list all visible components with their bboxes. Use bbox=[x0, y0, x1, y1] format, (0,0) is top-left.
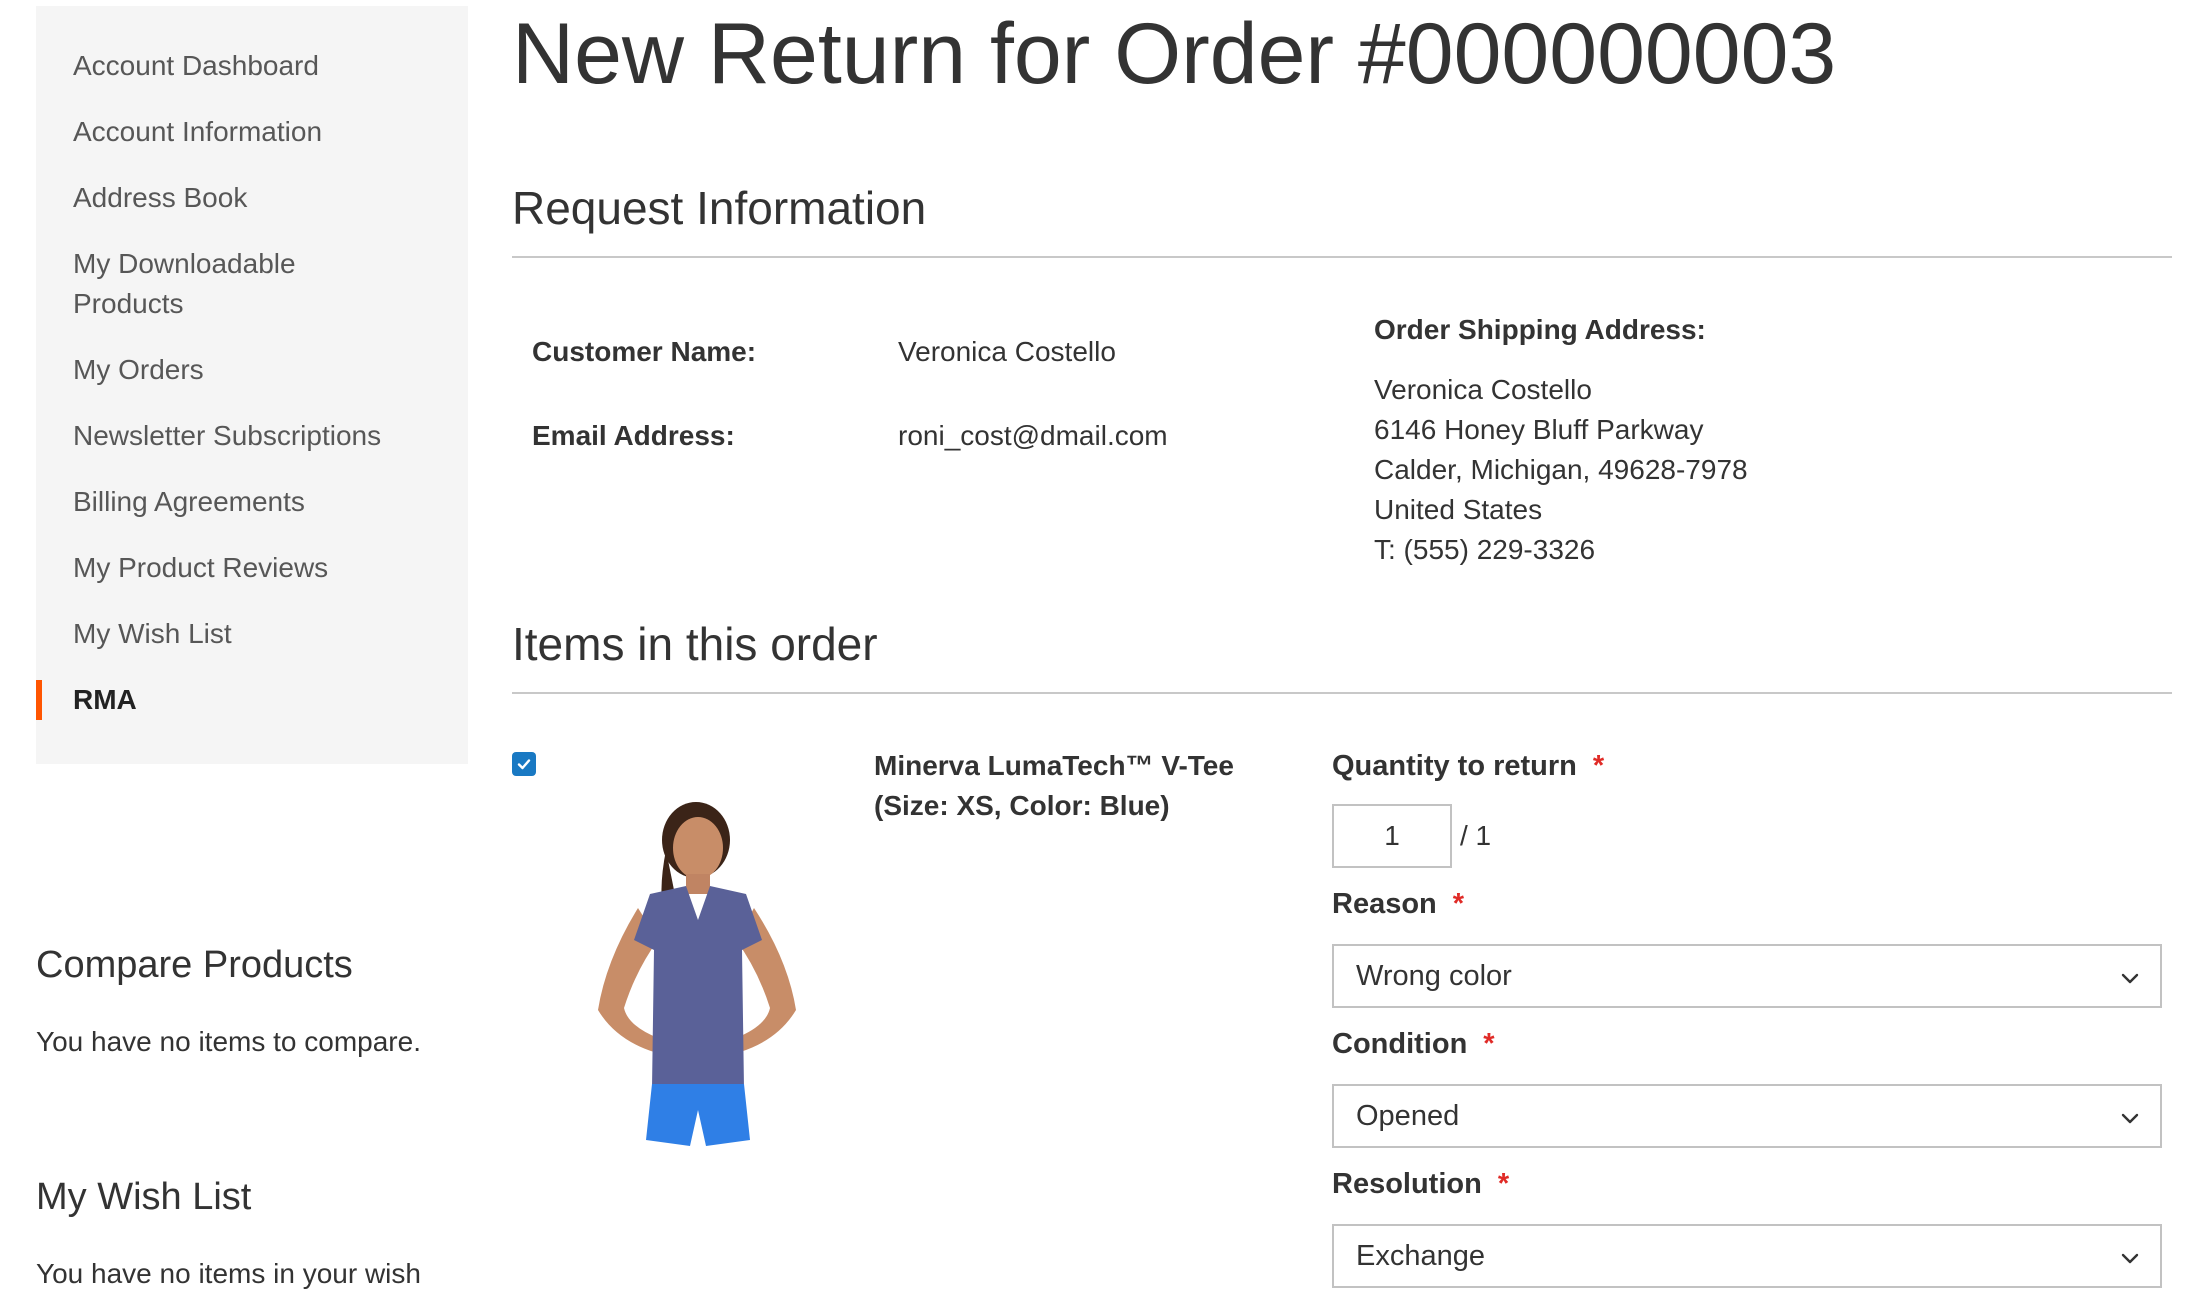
email-value: roni_cost@dmail.com bbox=[898, 420, 1168, 451]
page: Account Dashboard Account Information Ad… bbox=[0, 0, 2200, 1300]
sidebar-item-product-reviews[interactable]: My Product Reviews bbox=[36, 548, 468, 588]
account-sidebar-nav: Account Dashboard Account Information Ad… bbox=[36, 6, 468, 764]
shipping-address-line: Calder, Michigan, 49628-7978 bbox=[1374, 454, 1748, 485]
sidebar-item-address-book[interactable]: Address Book bbox=[36, 178, 468, 218]
product-options-line: (Size: XS, Color: Blue) bbox=[874, 790, 1170, 821]
checkmark-icon bbox=[517, 759, 531, 770]
sidebar-item-wish-list[interactable]: My Wish List bbox=[36, 614, 468, 654]
items-divider bbox=[512, 692, 2172, 694]
item-select-checkbox[interactable] bbox=[512, 752, 536, 776]
wishlist-empty-text: You have no items in your wish bbox=[36, 1258, 421, 1289]
resolution-selected-value: Exchange bbox=[1356, 1239, 1485, 1272]
condition-selected-value: Opened bbox=[1356, 1099, 1460, 1132]
sidebar-item-newsletter-subscriptions[interactable]: Newsletter Subscriptions bbox=[36, 416, 468, 456]
resolution-select[interactable]: Exchange bbox=[1332, 1224, 2162, 1288]
reason-selected-value: Wrong color bbox=[1356, 959, 1512, 992]
required-mark: * bbox=[1497, 1168, 1510, 1200]
customer-name-label: Customer Name: bbox=[532, 336, 757, 367]
sidebar-item-my-orders[interactable]: My Orders bbox=[36, 350, 468, 390]
required-mark: * bbox=[1483, 1028, 1495, 1060]
wishlist-block: My Wish List You have no items in your w… bbox=[36, 1172, 421, 1294]
product-name: Minerva LumaTech™ V-Tee (Size: XS, Color… bbox=[874, 746, 1234, 826]
resolution-label-text: Resolution bbox=[1332, 1168, 1482, 1200]
shipping-address-line: United States bbox=[1374, 494, 1543, 525]
sidebar-item-account-information[interactable]: Account Information bbox=[36, 112, 468, 152]
sidebar-item-billing-agreements[interactable]: Billing Agreements bbox=[36, 482, 468, 522]
condition-label-text: Condition bbox=[1332, 1028, 1468, 1060]
quantity-label: Quantity to return * bbox=[1332, 746, 1604, 786]
items-title: Items in this order bbox=[512, 618, 878, 670]
shipping-address-label: Order Shipping Address: bbox=[1374, 314, 1706, 345]
email-label: Email Address: bbox=[532, 420, 735, 451]
product-image bbox=[598, 802, 796, 1146]
shipping-address-line: Veronica Costello bbox=[1374, 374, 1592, 405]
reason-label: Reason * bbox=[1332, 884, 1464, 924]
customer-name-value: Veronica Costello bbox=[898, 336, 1116, 367]
reason-label-text: Reason bbox=[1332, 888, 1437, 920]
quantity-label-text: Quantity to return bbox=[1332, 750, 1577, 782]
required-mark: * bbox=[1592, 750, 1605, 782]
resolution-label: Resolution * bbox=[1332, 1164, 1509, 1204]
chevron-down-icon bbox=[2121, 1253, 2139, 1264]
product-name-line: Minerva LumaTech™ V-Tee bbox=[874, 750, 1234, 781]
shipping-address-line: 6146 Honey Bluff Parkway bbox=[1374, 414, 1704, 445]
condition-select[interactable]: Opened bbox=[1332, 1084, 2162, 1148]
request-info-title: Request Information bbox=[512, 182, 927, 234]
sidebar-item-account-dashboard[interactable]: Account Dashboard bbox=[36, 46, 468, 86]
compare-empty-text: You have no items to compare. bbox=[36, 1026, 421, 1057]
compare-products-block: Compare Products You have no items to co… bbox=[36, 940, 421, 1062]
chevron-down-icon bbox=[2121, 973, 2139, 984]
wishlist-title: My Wish List bbox=[36, 1176, 252, 1218]
compare-products-title: Compare Products bbox=[36, 944, 353, 986]
quantity-input[interactable] bbox=[1332, 804, 1452, 868]
chevron-down-icon bbox=[2121, 1113, 2139, 1124]
required-mark: * bbox=[1452, 888, 1465, 920]
sidebar-item-downloadable-products[interactable]: My Downloadable Products bbox=[36, 244, 336, 324]
condition-label: Condition * bbox=[1332, 1024, 1495, 1064]
page-title: New Return for Order #000000003 bbox=[512, 6, 1837, 102]
reason-select[interactable]: Wrong color bbox=[1332, 944, 2162, 1008]
quantity-total: / 1 bbox=[1460, 820, 1492, 851]
request-info-divider bbox=[512, 256, 2172, 258]
shipping-address: Veronica Costello 6146 Honey Bluff Parkw… bbox=[1374, 370, 1748, 570]
sidebar-item-rma[interactable]: RMA bbox=[36, 680, 468, 720]
shipping-address-line: T: (555) 229-3326 bbox=[1374, 534, 1596, 565]
